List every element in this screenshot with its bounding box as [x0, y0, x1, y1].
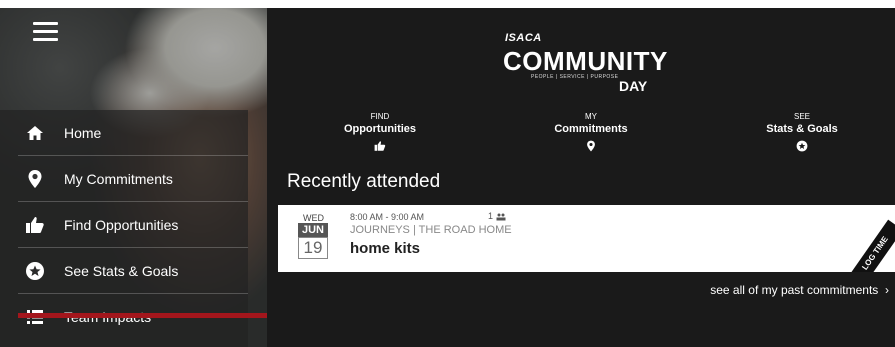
logo-word: COMMUNITY	[503, 46, 668, 76]
thumbs-up-icon	[374, 139, 386, 151]
quick-link-stats-goals[interactable]: SEE Stats & Goals	[722, 112, 882, 152]
attendee-count: 1	[488, 211, 494, 221]
people-icon	[496, 213, 506, 221]
star-circle-icon	[796, 139, 808, 152]
star-circle-icon	[24, 260, 46, 282]
logo-tagline: PEOPLE | SERVICE | PURPOSE	[531, 74, 619, 80]
hamburger-menu-icon[interactable]	[33, 22, 58, 42]
sidebar-nav: Home My Commitments Find Opportunities S…	[0, 110, 248, 340]
commitment-card[interactable]: WED JUN 19 8:00 AM - 9:00 AM 1 JOURNEYS …	[278, 205, 895, 272]
top-strip	[0, 0, 895, 8]
thumbs-up-icon	[24, 214, 46, 236]
quick-link-small: SEE	[793, 112, 810, 121]
sidebar-item-label: Home	[64, 125, 102, 141]
see-all-label: see all of my past commitments	[710, 283, 879, 297]
card-day-number: 19	[298, 237, 328, 259]
sidebar-item-find-opportunities[interactable]: Find Opportunities	[0, 202, 248, 248]
log-time-button[interactable]: LOG TIME	[848, 219, 895, 272]
sidebar-item-label: See Stats & Goals	[64, 263, 179, 279]
quick-link-my-commitments[interactable]: MY Commitments	[511, 112, 671, 152]
logo-isaca: ISACA	[505, 32, 542, 44]
recently-attended-heading: Recently attended	[287, 171, 441, 192]
sidebar-item-see-stats[interactable]: See Stats & Goals	[0, 248, 248, 294]
card-day-of-week: WED	[303, 213, 324, 223]
quick-link-small: FIND	[370, 112, 390, 121]
quick-link-label: Opportunities	[343, 123, 417, 135]
quick-link-small: MY	[585, 112, 597, 121]
map-pin-icon	[585, 139, 597, 152]
sidebar-item-label: Find Opportunities	[64, 217, 179, 233]
logo-day: DAY	[619, 78, 648, 94]
see-all-past-commitments-link[interactable]: see all of my past commitments ›	[710, 283, 889, 297]
map-pin-icon	[24, 168, 46, 190]
card-organization: JOURNEYS | THE ROAD HOME	[350, 224, 512, 236]
main-content: ISACA COMMUNITY PEOPLE | SERVICE | PURPO…	[267, 8, 895, 347]
quick-link-label: Commitments	[554, 123, 628, 135]
app-screen: Home My Commitments Find Opportunities S…	[0, 0, 895, 347]
community-day-logo: ISACA COMMUNITY PEOPLE | SERVICE | PURPO…	[503, 30, 667, 100]
active-indicator-bar	[18, 313, 267, 318]
quick-link-find-opportunities[interactable]: FIND Opportunities	[300, 112, 460, 151]
card-time-range: 8:00 AM - 9:00 AM	[350, 212, 425, 222]
card-month: JUN	[298, 223, 328, 237]
quick-link-label: Stats & Goals	[766, 123, 838, 135]
sidebar-item-home[interactable]: Home	[0, 110, 248, 156]
card-attendee-count: 1	[488, 211, 506, 221]
chevron-right-icon: ›	[881, 283, 889, 297]
home-icon	[24, 122, 46, 144]
card-event-name: home kits	[350, 240, 421, 257]
sidebar-item-label: My Commitments	[64, 171, 173, 187]
sidebar-item-my-commitments[interactable]: My Commitments	[0, 156, 248, 202]
sidebar: Home My Commitments Find Opportunities S…	[0, 8, 267, 347]
